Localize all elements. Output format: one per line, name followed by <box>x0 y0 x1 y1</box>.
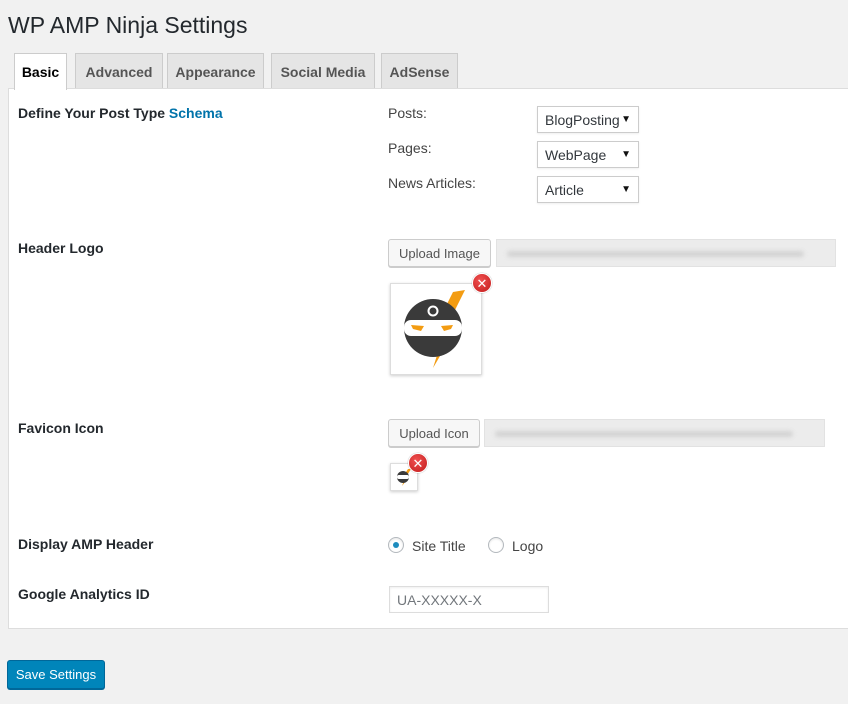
chevron-down-icon: ▼ <box>621 184 631 195</box>
news-articles-schema-select[interactable]: Article ▼ <box>537 176 639 203</box>
posts-schema-value: BlogPosting <box>545 111 620 128</box>
tab-advanced[interactable]: Advanced <box>75 53 163 89</box>
header-logo-url-field[interactable] <box>496 239 836 267</box>
google-analytics-placeholder: UA-XXXXX-X <box>397 591 482 608</box>
amp-header-label: Display AMP Header <box>18 536 154 552</box>
tab-appearance[interactable]: Appearance <box>167 53 264 89</box>
remove-favicon-icon[interactable]: ✕ <box>408 453 428 473</box>
pages-schema-value: WebPage <box>545 146 607 163</box>
tab-social-media[interactable]: Social Media <box>271 53 375 89</box>
logo-radio-label: Logo <box>512 538 544 554</box>
pages-label: Pages: <box>388 140 432 156</box>
ninja-logo-icon <box>404 290 465 368</box>
news-articles-schema-value: Article <box>545 181 584 198</box>
google-analytics-label: Google Analytics ID <box>18 586 150 602</box>
chevron-down-icon: ▼ <box>621 149 631 160</box>
posts-schema-select[interactable]: BlogPosting ▼ <box>537 106 639 133</box>
google-analytics-input[interactable]: UA-XXXXX-X <box>389 586 549 613</box>
news-articles-label: News Articles: <box>388 175 476 191</box>
upload-icon-button[interactable]: Upload Icon <box>388 419 480 447</box>
save-settings-button[interactable]: Save Settings <box>7 660 105 689</box>
favicon-label: Favicon Icon <box>18 420 104 436</box>
tab-adsense[interactable]: AdSense <box>381 53 458 89</box>
tab-basic[interactable]: Basic <box>14 53 67 90</box>
favicon-url-field[interactable] <box>484 419 825 447</box>
header-logo-label: Header Logo <box>18 240 104 256</box>
logo-radio[interactable] <box>488 537 504 553</box>
posts-label: Posts: <box>388 105 427 121</box>
schema-label: Define Your Post Type Schema <box>18 105 223 121</box>
schema-link[interactable]: Schema <box>169 105 223 121</box>
remove-header-logo-icon[interactable]: ✕ <box>472 273 492 293</box>
upload-image-button[interactable]: Upload Image <box>388 239 491 267</box>
page-title: WP AMP Ninja Settings <box>8 12 248 38</box>
pages-schema-select[interactable]: WebPage ▼ <box>537 141 639 168</box>
site-title-radio[interactable] <box>388 537 404 553</box>
site-title-radio-label: Site Title <box>412 538 466 554</box>
schema-label-text: Define Your Post Type <box>18 105 166 121</box>
header-logo-preview <box>390 283 482 375</box>
chevron-down-icon: ▼ <box>621 114 631 125</box>
